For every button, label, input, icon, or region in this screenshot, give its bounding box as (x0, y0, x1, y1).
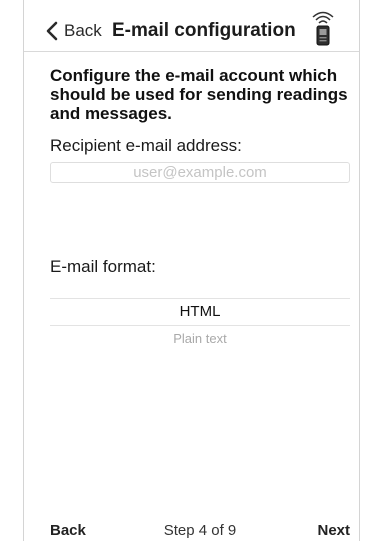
intro-text: Configure the e-mail account which shoul… (50, 66, 348, 123)
recipient-label: Recipient e-mail address: (50, 136, 242, 155)
format-label: E-mail format: (50, 257, 156, 276)
recipient-email-input[interactable] (50, 162, 350, 183)
format-option-html[interactable]: HTML (50, 299, 350, 325)
left-divider (23, 0, 24, 541)
chevron-left-icon (46, 21, 58, 41)
step-indicator: Step 4 of 9 (163, 522, 237, 539)
reader-device-icon (312, 11, 334, 46)
format-picker[interactable]: HTML Plain text (50, 298, 350, 352)
navigation-bar: Back E-mail configuration (24, 0, 359, 52)
next-button[interactable]: Next (317, 522, 350, 539)
right-divider (359, 0, 360, 541)
format-option-plain-text[interactable]: Plain text (50, 326, 350, 352)
page-title: E-mail configuration (112, 20, 296, 41)
wizard-footer: Back Step 4 of 9 Next (50, 522, 350, 540)
nav-back-label: Back (64, 21, 102, 40)
email-configuration-screen: Back E-mail configuration Configure the … (0, 0, 375, 541)
nav-back-button[interactable]: Back (46, 20, 102, 42)
